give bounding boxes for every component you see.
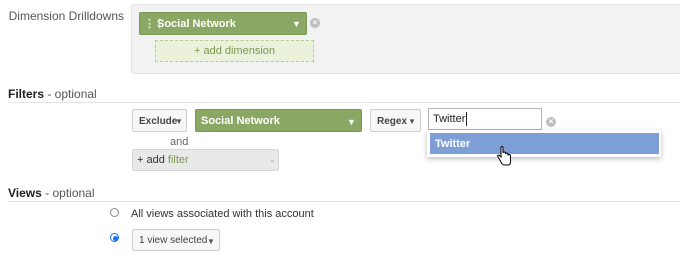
add-filter-label: + add filter [137, 154, 189, 166]
dimension-drilldowns-label: Dimension Drilldowns [8, 9, 124, 23]
filters-title: Filters [8, 87, 45, 101]
all-views-label: All views associated with this account [131, 208, 314, 220]
views-title: Views [8, 186, 42, 200]
autocomplete-option-twitter[interactable]: Twitter [430, 133, 659, 154]
match-type-value: Regex [377, 116, 408, 127]
add-filter-button[interactable]: + add filter ⌄ [132, 149, 279, 171]
views-optional: - optional [41, 186, 95, 200]
match-type-select[interactable]: Regex ▼ [370, 109, 421, 132]
and-label: and [170, 136, 189, 148]
selected-views-radio[interactable] [110, 233, 119, 242]
filters-heading: Filters - optional [8, 87, 97, 101]
views-divider [8, 201, 680, 202]
drilldown-dimension-value: Social Network [157, 18, 236, 30]
views-select-value: 1 view selected [139, 235, 208, 246]
caret-down-icon: ⌄ [269, 155, 276, 164]
filter-dimension-value: Social Network [201, 115, 280, 127]
caret-down-icon: ▼ [207, 237, 215, 246]
add-dimension-button[interactable]: + add dimension [155, 40, 314, 62]
filter-dimension-select[interactable]: Social Network ▼ [195, 109, 362, 132]
filter-mode-select[interactable]: Exclude ▼ [132, 109, 187, 132]
caret-down-icon: ▼ [347, 117, 356, 127]
filter-mode-value: Exclude [139, 116, 178, 127]
filters-divider [8, 102, 680, 103]
add-filter-word: filter [167, 154, 189, 166]
filter-expression-input[interactable]: Twitter [428, 108, 542, 130]
views-select[interactable]: 1 view selected ▼ [132, 229, 220, 251]
all-views-radio[interactable] [110, 208, 119, 217]
caret-down-icon: ▼ [408, 117, 416, 126]
drilldown-dimension-select[interactable]: ⋮⋮ Social Network ▼ [139, 12, 307, 35]
views-heading: Views - optional [8, 186, 95, 200]
remove-dimension-icon[interactable]: × [310, 18, 320, 28]
remove-filter-icon[interactable]: × [546, 117, 556, 127]
text-caret [466, 112, 467, 126]
hand-pointer-icon [496, 146, 511, 166]
caret-down-icon: ▼ [175, 117, 183, 126]
filter-expression-value: Twitter [433, 113, 466, 125]
filters-optional: - optional [44, 87, 97, 101]
caret-down-icon: ▼ [292, 19, 301, 29]
